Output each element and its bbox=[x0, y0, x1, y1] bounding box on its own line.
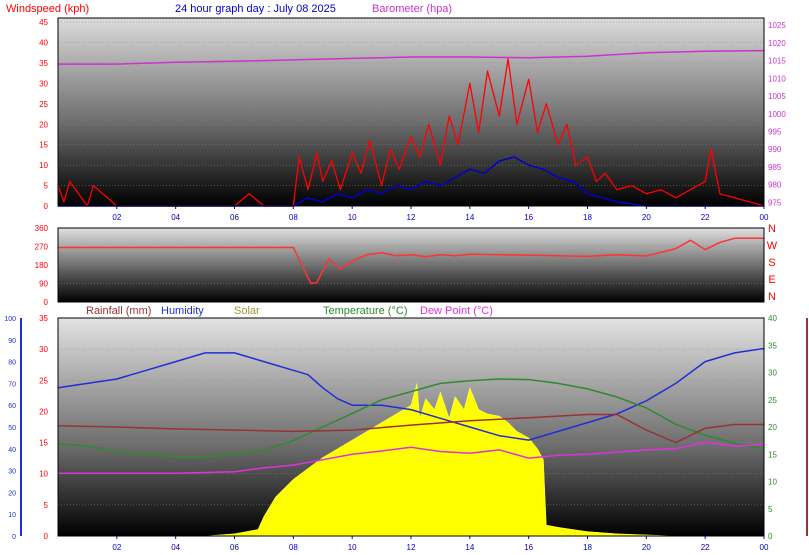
direction-y-tick: 270 bbox=[35, 243, 49, 252]
humidity-y-tick: 80 bbox=[8, 360, 16, 367]
compass-label: N bbox=[768, 291, 776, 303]
weather-x-tick: 06 bbox=[230, 543, 239, 552]
wind-x-tick: 14 bbox=[465, 213, 474, 222]
rain-y-tick: 15 bbox=[39, 439, 48, 448]
wind-x-tick: 06 bbox=[230, 213, 239, 222]
wind-x-tick: 12 bbox=[407, 213, 416, 222]
weather-x-tick: 18 bbox=[583, 543, 592, 552]
legend-rainfall: Rainfall (mm) bbox=[86, 305, 151, 317]
temperature-y-tick: 15 bbox=[768, 450, 777, 459]
temperature-y-tick: 40 bbox=[768, 314, 777, 323]
direction-y-tick: 360 bbox=[35, 224, 49, 233]
humidity-y-tick: 10 bbox=[8, 512, 16, 519]
barometer-y-tick: 985 bbox=[768, 163, 782, 172]
wind-y-tick: 30 bbox=[39, 79, 48, 88]
rain-y-tick: 5 bbox=[44, 501, 49, 510]
weather-x-tick: 12 bbox=[407, 543, 416, 552]
rain-y-tick: 25 bbox=[39, 376, 48, 385]
wind-x-tick: 22 bbox=[701, 213, 710, 222]
humidity-y-tick: 50 bbox=[8, 425, 16, 432]
barometer-y-tick: 975 bbox=[768, 198, 782, 207]
humidity-axis-bar bbox=[20, 318, 22, 536]
wind-y-tick: 10 bbox=[39, 161, 48, 170]
barometer-y-tick: 1015 bbox=[768, 57, 786, 66]
weather-x-tick: 04 bbox=[171, 543, 180, 552]
wind-x-tick: 18 bbox=[583, 213, 592, 222]
wind-y-tick: 25 bbox=[39, 100, 48, 109]
windspeed-label: Windspeed (kph) bbox=[6, 3, 89, 15]
direction-y-tick: 90 bbox=[39, 280, 48, 289]
right-axis-bar bbox=[806, 318, 808, 536]
weather-x-tick: 08 bbox=[289, 543, 298, 552]
weather-x-tick: 22 bbox=[701, 543, 710, 552]
humidity-y-tick: 100 bbox=[4, 316, 16, 323]
wind-x-tick: 02 bbox=[112, 213, 121, 222]
wind-y-tick: 35 bbox=[39, 59, 48, 68]
weather-x-tick: 14 bbox=[465, 543, 474, 552]
temperature-y-tick: 10 bbox=[768, 478, 777, 487]
weather-x-tick: 20 bbox=[642, 543, 651, 552]
compass-label: E bbox=[768, 274, 775, 286]
humidity-y-tick: 20 bbox=[8, 490, 16, 497]
barometer-y-tick: 1000 bbox=[768, 110, 786, 119]
wind-x-tick: 04 bbox=[171, 213, 180, 222]
rain-y-tick: 0 bbox=[44, 532, 49, 541]
humidity-y-tick: 30 bbox=[8, 469, 16, 476]
barometer-y-tick: 1010 bbox=[768, 74, 786, 83]
wind-y-tick: 0 bbox=[44, 202, 49, 211]
wind-y-tick: 45 bbox=[39, 18, 48, 27]
legend-humidity: Humidity bbox=[161, 305, 204, 317]
temperature-y-tick: 35 bbox=[768, 341, 777, 350]
wind-x-tick: 10 bbox=[348, 213, 357, 222]
humidity-y-tick: 90 bbox=[8, 338, 16, 345]
wind-y-tick: 15 bbox=[39, 141, 48, 150]
wind-plot-area bbox=[58, 18, 764, 206]
barometer-y-tick: 1025 bbox=[768, 21, 786, 30]
compass-label: S bbox=[768, 257, 775, 269]
wind-y-tick: 40 bbox=[39, 39, 48, 48]
compass-label: W bbox=[767, 240, 778, 252]
weather-graph-svg: Windspeed (kph) 24 hour graph day : July… bbox=[0, 0, 809, 555]
rain-y-tick: 20 bbox=[39, 407, 48, 416]
weather-x-tick: 02 bbox=[112, 543, 121, 552]
temperature-y-tick: 25 bbox=[768, 396, 777, 405]
weather-graph: Windspeed (kph) 24 hour graph day : July… bbox=[0, 0, 809, 555]
barometer-y-tick: 1005 bbox=[768, 92, 786, 101]
rain-y-tick: 10 bbox=[39, 470, 48, 479]
humidity-y-tick: 60 bbox=[8, 403, 16, 410]
temperature-y-tick: 5 bbox=[768, 505, 773, 514]
wind-y-tick: 20 bbox=[39, 120, 48, 129]
weather-x-tick: 10 bbox=[348, 543, 357, 552]
barometer-y-tick: 980 bbox=[768, 181, 782, 190]
temperature-y-tick: 20 bbox=[768, 423, 777, 432]
wind-x-tick: 20 bbox=[642, 213, 651, 222]
weather-x-tick: 16 bbox=[524, 543, 533, 552]
wind-x-tick: 08 bbox=[289, 213, 298, 222]
humidity-y-tick: 0 bbox=[12, 534, 16, 541]
graph-title: 24 hour graph day : July 08 2025 bbox=[175, 3, 336, 15]
temperature-y-tick: 0 bbox=[768, 532, 773, 541]
direction-y-tick: 0 bbox=[44, 298, 49, 307]
legend-temperature: Temperature (°C) bbox=[323, 305, 407, 317]
wind-x-tick: 00 bbox=[760, 213, 769, 222]
humidity-y-tick: 40 bbox=[8, 447, 16, 454]
wind-y-tick: 5 bbox=[44, 182, 49, 191]
legend-dewpoint: Dew Point (°C) bbox=[420, 305, 493, 317]
barometer-y-tick: 990 bbox=[768, 145, 782, 154]
legend-solar: Solar bbox=[234, 305, 260, 317]
wind-x-tick: 16 bbox=[524, 213, 533, 222]
rain-y-tick: 35 bbox=[39, 314, 48, 323]
rain-y-tick: 30 bbox=[39, 345, 48, 354]
weather-x-tick: 00 bbox=[760, 543, 769, 552]
temperature-y-tick: 30 bbox=[768, 369, 777, 378]
humidity-y-tick: 70 bbox=[8, 381, 16, 388]
barometer-label: Barometer (hpa) bbox=[372, 3, 452, 15]
direction-y-tick: 180 bbox=[35, 261, 49, 270]
compass-label: N bbox=[768, 223, 776, 235]
barometer-y-tick: 995 bbox=[768, 128, 782, 137]
barometer-y-tick: 1020 bbox=[768, 39, 786, 48]
